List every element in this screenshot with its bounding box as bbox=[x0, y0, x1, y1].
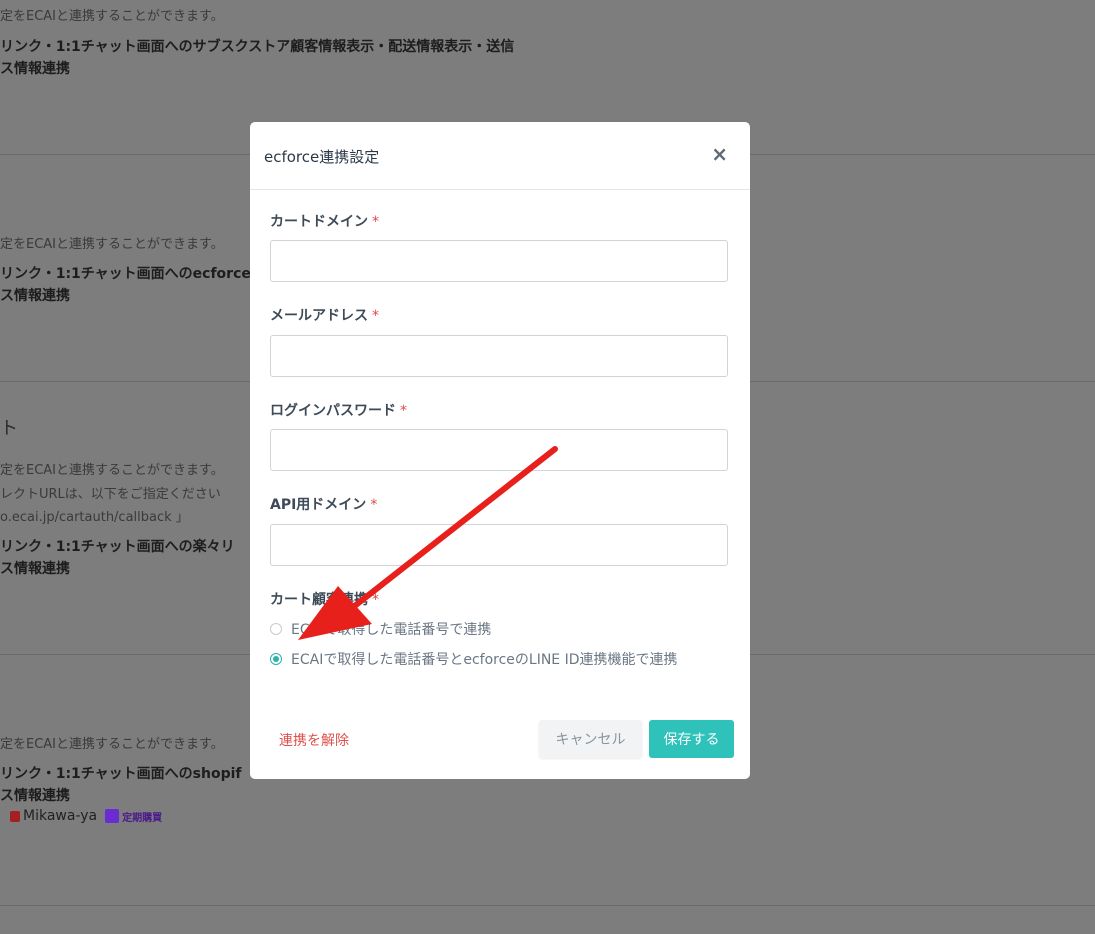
ecforce-settings-modal: ecforce連携設定 × カートドメイン * メールアドレス * ログインパスワー… bbox=[250, 122, 750, 779]
section-feature-text: ス情報連携 bbox=[0, 61, 70, 77]
api-domain-label-text: API用ドメイン bbox=[270, 497, 367, 513]
close-icon[interactable]: × bbox=[711, 144, 728, 164]
api-domain-input[interactable] bbox=[270, 524, 728, 566]
modal-title: ecforce連携設定 bbox=[264, 148, 380, 166]
cart-customer-link-label-text: カート顧客連携 bbox=[270, 592, 368, 608]
cancel-button[interactable]: キャンセル bbox=[539, 720, 642, 758]
teiki-kobai-logo-mark bbox=[105, 809, 120, 823]
mikawaya-logo-mark bbox=[10, 810, 20, 822]
email-label-text: メールアドレス bbox=[270, 308, 368, 324]
radio-option-phone-line-id[interactable]: ECAIで取得した電話番号とecforceのLINE ID連携機能で連携 bbox=[270, 649, 678, 669]
radio-option-label: ECAIで取得した電話番号で連携 bbox=[291, 622, 492, 638]
section-description: 定をECAIと連携することができます。 bbox=[0, 237, 224, 252]
radio-button[interactable] bbox=[270, 623, 282, 635]
cart-domain-label: カートドメイン * bbox=[270, 211, 379, 231]
email-input[interactable] bbox=[270, 335, 728, 377]
required-mark: * bbox=[370, 497, 378, 513]
section-description: 定をECAIと連携することができます。 bbox=[0, 9, 224, 24]
section-feature-text: リンク・1:1チャット画面へのecforce bbox=[0, 266, 251, 282]
unlink-button[interactable]: 連携を解除 bbox=[279, 730, 349, 750]
section-feature-text: リンク・1:1チャット画面へのサブスクストア顧客情報表示・配送情報表示・送信 bbox=[0, 39, 515, 55]
section-description: o.ecai.jp/cartauth/callback 」 bbox=[0, 510, 189, 525]
teiki-kobai-logo: 定期購買 bbox=[105, 809, 162, 824]
section-description: 定をECAIと連携することができます。 bbox=[0, 463, 224, 478]
cart-domain-input[interactable] bbox=[270, 240, 728, 282]
radio-option-phone[interactable]: ECAIで取得した電話番号で連携 bbox=[270, 619, 491, 639]
password-input[interactable] bbox=[270, 429, 728, 471]
section-title: ト bbox=[0, 418, 18, 439]
section-feature-text: ス情報連携 bbox=[0, 788, 70, 804]
required-mark: * bbox=[372, 214, 379, 230]
section-description: レクトURLは、以下をご指定ください bbox=[0, 487, 221, 502]
section-description: 定をECAIと連携することができます。 bbox=[0, 737, 224, 752]
password-label-text: ログインパスワード bbox=[270, 403, 396, 419]
section-feature-text: リンク・1:1チャット画面へのshopif bbox=[0, 766, 242, 782]
required-mark: * bbox=[372, 308, 379, 324]
required-mark: * bbox=[400, 403, 407, 419]
email-label: メールアドレス * bbox=[270, 305, 379, 325]
save-button[interactable]: 保存する bbox=[649, 720, 734, 758]
radio-button-selected[interactable] bbox=[270, 653, 282, 665]
teiki-kobai-logo-text: 定期購買 bbox=[122, 812, 163, 824]
section-feature-text: ス情報連携 bbox=[0, 561, 70, 577]
modal-header: ecforce連携設定 × bbox=[250, 122, 750, 190]
partner-logos: Mikawa-ya 定期購買 bbox=[10, 808, 162, 824]
required-mark: * bbox=[372, 592, 379, 608]
mikawaya-logo-text: Mikawa-ya bbox=[23, 808, 98, 824]
cart-customer-link-label: カート顧客連携 * bbox=[270, 589, 379, 609]
cart-domain-label-text: カートドメイン bbox=[270, 214, 368, 230]
mikawaya-logo: Mikawa-ya bbox=[10, 808, 97, 824]
radio-option-label: ECAIで取得した電話番号とecforceのLINE ID連携機能で連携 bbox=[291, 652, 678, 668]
section-feature-text: ス情報連携 bbox=[0, 288, 70, 304]
api-domain-label: API用ドメイン * bbox=[270, 494, 377, 514]
section-feature-text: リンク・1:1チャット画面への楽々リ bbox=[0, 539, 235, 555]
password-label: ログインパスワード * bbox=[270, 400, 407, 420]
